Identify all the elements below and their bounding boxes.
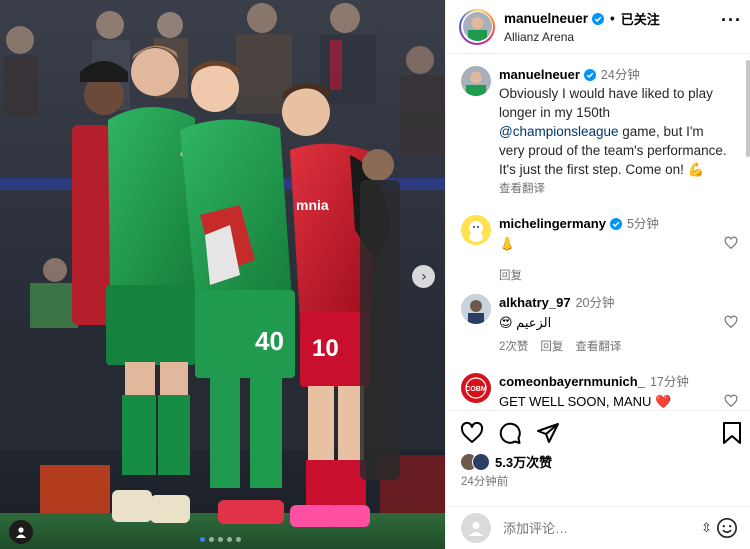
heart-icon[interactable] xyxy=(724,236,738,250)
user-tag-icon xyxy=(16,527,26,538)
post-photo[interactable]: 40 mnia 10 › xyxy=(0,0,445,549)
comment-text: 😍 الزعيم xyxy=(499,315,552,330)
comments-scrollbar[interactable] xyxy=(746,60,750,157)
bookmark-icon[interactable] xyxy=(721,421,743,445)
caption-part: Obviously I would have liked to play lon… xyxy=(499,86,713,120)
tagged-users-button[interactable] xyxy=(9,520,33,544)
comment-text: GET WELL SOON, MANU ❤️ xyxy=(499,394,672,408)
caption-username[interactable]: manuelneuer xyxy=(499,66,580,84)
likes-row[interactable]: 5.3万次赞 xyxy=(460,452,552,471)
reply-button[interactable]: 回复 xyxy=(499,267,522,285)
carousel-dot xyxy=(218,537,223,542)
comment-row: michelingermany 5分钟 👃 回复 xyxy=(461,215,744,285)
verified-icon xyxy=(609,218,622,230)
comment-icon[interactable] xyxy=(498,421,522,445)
commenter-avatar[interactable] xyxy=(461,215,491,245)
liker-avatar xyxy=(472,452,490,471)
commenter-avatar[interactable] xyxy=(461,294,491,324)
carousel-dot xyxy=(200,537,205,542)
comment-username[interactable]: alkhatry_97 xyxy=(499,294,571,312)
comment-text: 👃 xyxy=(499,236,516,251)
swap-icon[interactable]: ⇳ xyxy=(701,520,712,536)
caption-text: Obviously I would have liked to play lon… xyxy=(499,84,729,179)
share-icon[interactable] xyxy=(536,421,560,445)
like-heart-icon[interactable] xyxy=(460,421,484,445)
caption-timestamp: 24分钟 xyxy=(600,68,640,82)
comment-timestamp: 5分钟 xyxy=(626,217,659,231)
comment-timestamp: 20分钟 xyxy=(575,296,615,310)
comment-row: COBM comeonbayernmunich_ 17分钟 GET WELL S… xyxy=(461,373,744,408)
heart-icon[interactable] xyxy=(724,394,738,408)
following-button[interactable]: 已关注 xyxy=(621,9,660,28)
user-avatar xyxy=(461,513,491,543)
sponsor-text: mnia xyxy=(296,197,329,213)
left-jersey-number: 40 xyxy=(255,326,284,356)
carousel-dot xyxy=(236,537,241,542)
add-comment-input[interactable] xyxy=(503,520,683,536)
comment-username[interactable]: michelingermany xyxy=(499,215,606,233)
flex-emoji: 💪 xyxy=(687,162,705,177)
reply-button[interactable]: 回复 xyxy=(540,338,563,356)
comment-row: alkhatry_97 20分钟 😍 الزعيم 2次赞 回复 查看翻译 xyxy=(461,294,744,356)
author-username[interactable]: manuelneuer xyxy=(504,11,588,26)
mention-link[interactable]: @championsleague xyxy=(499,124,619,139)
right-jersey-number: 10 xyxy=(312,335,339,362)
post-actions: 5.3万次赞 24分钟前 xyxy=(446,410,750,488)
post-header: manuelneuer • 已关注 Allianz Arena ··· xyxy=(446,0,750,54)
carousel-dot xyxy=(209,537,214,542)
post-side-panel: manuelneuer • 已关注 Allianz Arena ··· manu… xyxy=(445,0,750,549)
comment-timestamp: 17分钟 xyxy=(649,375,689,389)
photo-scene: 40 mnia 10 xyxy=(0,0,445,549)
next-photo-button[interactable]: › xyxy=(412,265,435,288)
author-avatar[interactable] xyxy=(462,12,492,41)
caption-row: manuelneuer 24分钟 Obviously I would have … xyxy=(461,66,744,198)
likes-count[interactable]: 5.3万次赞 xyxy=(495,452,552,471)
location-link[interactable]: Allianz Arena xyxy=(504,30,660,44)
carousel-dots xyxy=(200,537,241,542)
verified-icon xyxy=(583,69,596,81)
comment-composer: ⇳ xyxy=(446,506,750,549)
separator-dot: • xyxy=(610,11,615,26)
carousel-dot xyxy=(227,537,232,542)
more-icon[interactable]: ··· xyxy=(721,10,742,31)
comment-likes[interactable]: 2次赞 xyxy=(499,338,528,356)
heart-icon[interactable] xyxy=(724,315,738,329)
comment-username[interactable]: comeonbayernmunich_ xyxy=(499,373,645,391)
commenter-avatar[interactable]: COBM xyxy=(461,373,491,403)
see-translation-link[interactable]: 查看翻译 xyxy=(499,180,744,198)
badge-text: COBM xyxy=(465,386,487,393)
verified-icon xyxy=(592,12,605,25)
emoji-icon[interactable] xyxy=(716,517,738,539)
story-ring[interactable] xyxy=(459,8,495,45)
author-avatar-small[interactable] xyxy=(461,66,491,96)
chevron-right-icon: › xyxy=(421,268,427,285)
post-time: 24分钟前 xyxy=(461,476,509,488)
comments-list[interactable]: manuelneuer 24分钟 Obviously I would have … xyxy=(446,55,749,408)
see-translation-link[interactable]: 查看翻译 xyxy=(575,338,621,356)
